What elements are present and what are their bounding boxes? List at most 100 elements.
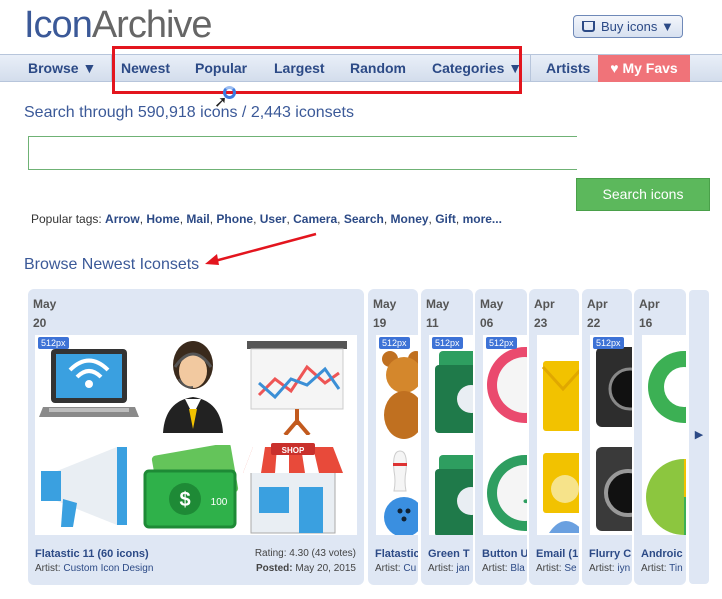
tag-link[interactable]: Money: [391, 212, 429, 226]
cart-icon: [582, 21, 595, 32]
tag-link[interactable]: Phone: [216, 212, 253, 226]
nav-browse[interactable]: Browse ▼: [28, 55, 96, 82]
artist-label: Artist:: [375, 563, 404, 574]
email-envelope-icon: [541, 361, 579, 533]
tag-link[interactable]: Search: [344, 212, 384, 226]
artist-link[interactable]: Cu: [403, 563, 416, 574]
green-folder-icon: [435, 351, 473, 535]
popular-tags: Popular tags: Arrow, Home, Mail, Phone, …: [31, 212, 502, 226]
artist-link[interactable]: Custom Icon Design: [63, 563, 153, 574]
artist-label: Artist:: [589, 563, 618, 574]
card-preview[interactable]: [537, 335, 579, 535]
size-badge: 512px: [432, 337, 463, 349]
buy-icons-button[interactable]: Buy icons ▼: [573, 15, 683, 38]
size-badge: 512px: [379, 337, 410, 349]
iconset-card[interactable]: May 19 512px Flatastic Artist: Cu: [368, 289, 418, 585]
size-badge: 512px: [593, 337, 624, 349]
nav-artists[interactable]: Artists: [546, 55, 590, 82]
search-icons-button[interactable]: Search icons: [576, 178, 710, 211]
carousel-next-button[interactable]: ▶: [689, 290, 709, 584]
megaphone-icon: [41, 447, 127, 527]
card-month: Apr: [639, 297, 660, 311]
iconset-name-link[interactable]: Button U: [482, 548, 527, 560]
iconset-artist: Artist: Tin: [641, 563, 683, 574]
laptop-wifi-icon: [39, 349, 139, 417]
iconset-name-link[interactable]: Green T: [428, 548, 470, 560]
card-date: May 06: [480, 295, 503, 333]
svg-text:SHOP: SHOP: [282, 446, 305, 455]
highlight-annotation-box: [112, 46, 522, 94]
card-month: May: [426, 297, 450, 311]
artist-label: Artist:: [35, 563, 64, 574]
support-operator-icon: [163, 341, 223, 433]
tag-more-link[interactable]: more...: [463, 212, 502, 226]
tag-link[interactable]: Camera: [293, 212, 337, 226]
card-date: Apr 22: [587, 295, 608, 333]
card-date: May 19: [373, 295, 396, 333]
tag-link[interactable]: Mail: [186, 212, 209, 226]
artist-link[interactable]: iyn: [617, 563, 630, 574]
iconset-name-link[interactable]: Flurry C: [589, 548, 631, 560]
card-day: 16: [639, 316, 653, 330]
artist-label: Artist:: [428, 563, 457, 574]
tag-link[interactable]: User: [260, 212, 287, 226]
buy-icons-label: Buy icons ▼: [601, 19, 674, 34]
tag-link[interactable]: Arrow: [105, 212, 140, 226]
iconset-rating: Rating: 4.30 (43 votes): [254, 548, 356, 559]
card-preview[interactable]: 512px: [376, 335, 418, 535]
round-buttons-icon: ♫: [487, 347, 527, 531]
card-day: 23: [534, 316, 548, 330]
card-day: 22: [587, 316, 601, 330]
tag-link[interactable]: Home: [146, 212, 179, 226]
card-month: May: [480, 297, 504, 311]
artist-label: Artist:: [482, 563, 511, 574]
iconset-card[interactable]: Apr 16 Androic Artist: Tin: [634, 289, 686, 585]
svg-text:100: 100: [211, 497, 228, 508]
iconset-card[interactable]: Apr 22 512px Flurry C Artist: iyn: [582, 289, 632, 585]
iconset-name-link[interactable]: Email (1: [536, 548, 578, 560]
search-heading: Search through 590,918 icons / 2,443 ico…: [24, 104, 354, 121]
card-preview[interactable]: 512px: [590, 335, 632, 535]
tag-link[interactable]: Gift: [435, 212, 456, 226]
size-badge: 512px: [486, 337, 517, 349]
iconset-artist: Artist: iyn: [589, 563, 630, 574]
artist-link[interactable]: Se: [564, 563, 576, 574]
card-preview[interactable]: [642, 335, 686, 535]
artist-link[interactable]: jan: [456, 563, 469, 574]
card-date: May 20: [33, 295, 56, 333]
presentation-chart-icon: [247, 341, 347, 435]
artist-link[interactable]: Tin: [669, 563, 683, 574]
card-day: 20: [33, 316, 47, 330]
iconset-artist: Artist: Custom Icon Design: [35, 563, 153, 574]
iconset-card[interactable]: May 20 512px $ 100 SHOP Flatastic 11 (60…: [28, 289, 364, 585]
camera-lens-icon: [596, 347, 632, 531]
iconset-name-link[interactable]: Flatastic 11 (60 icons): [35, 548, 149, 560]
iconset-name-link[interactable]: Androic: [641, 548, 683, 560]
logo-part-2: Archive: [91, 4, 213, 46]
iconset-artist: Artist: Bla: [482, 563, 525, 574]
iconset-name-link[interactable]: Flatastic: [375, 548, 418, 560]
nav-divider: [530, 55, 531, 82]
card-date: Apr 16: [639, 295, 660, 333]
card-preview[interactable]: 512px: [429, 335, 473, 535]
artist-link[interactable]: Bla: [510, 563, 524, 574]
card-month: May: [33, 297, 57, 311]
shop-icon: SHOP: [243, 443, 343, 534]
card-preview[interactable]: 512px: [35, 335, 357, 535]
svg-text:♫: ♫: [519, 481, 527, 509]
iconset-card[interactable]: May 11 512px Green T Artist: jan: [421, 289, 473, 585]
iconset-posted: Posted: May 20, 2015: [256, 563, 356, 574]
site-logo[interactable]: IconArchive: [24, 4, 213, 47]
search-input[interactable]: [28, 136, 577, 170]
nav-my-favs[interactable]: ♥ My Favs: [598, 55, 690, 82]
card-day: 11: [426, 316, 439, 330]
iconset-card[interactable]: May 06 512px ♫ Button U Artist: Bla: [475, 289, 527, 585]
posted-label: Posted:: [255, 563, 296, 574]
card-preview[interactable]: 512px ♫: [483, 335, 527, 535]
section-title[interactable]: Browse Newest Iconsets: [24, 256, 199, 274]
popular-tags-label: Popular tags:: [31, 212, 106, 226]
card-month: May: [373, 297, 397, 311]
iconset-card[interactable]: Apr 23 Email (1 Artist: Se: [529, 289, 579, 585]
annotation-arrow-icon: [205, 232, 317, 265]
iconset-artist: Artist: jan: [428, 563, 470, 574]
